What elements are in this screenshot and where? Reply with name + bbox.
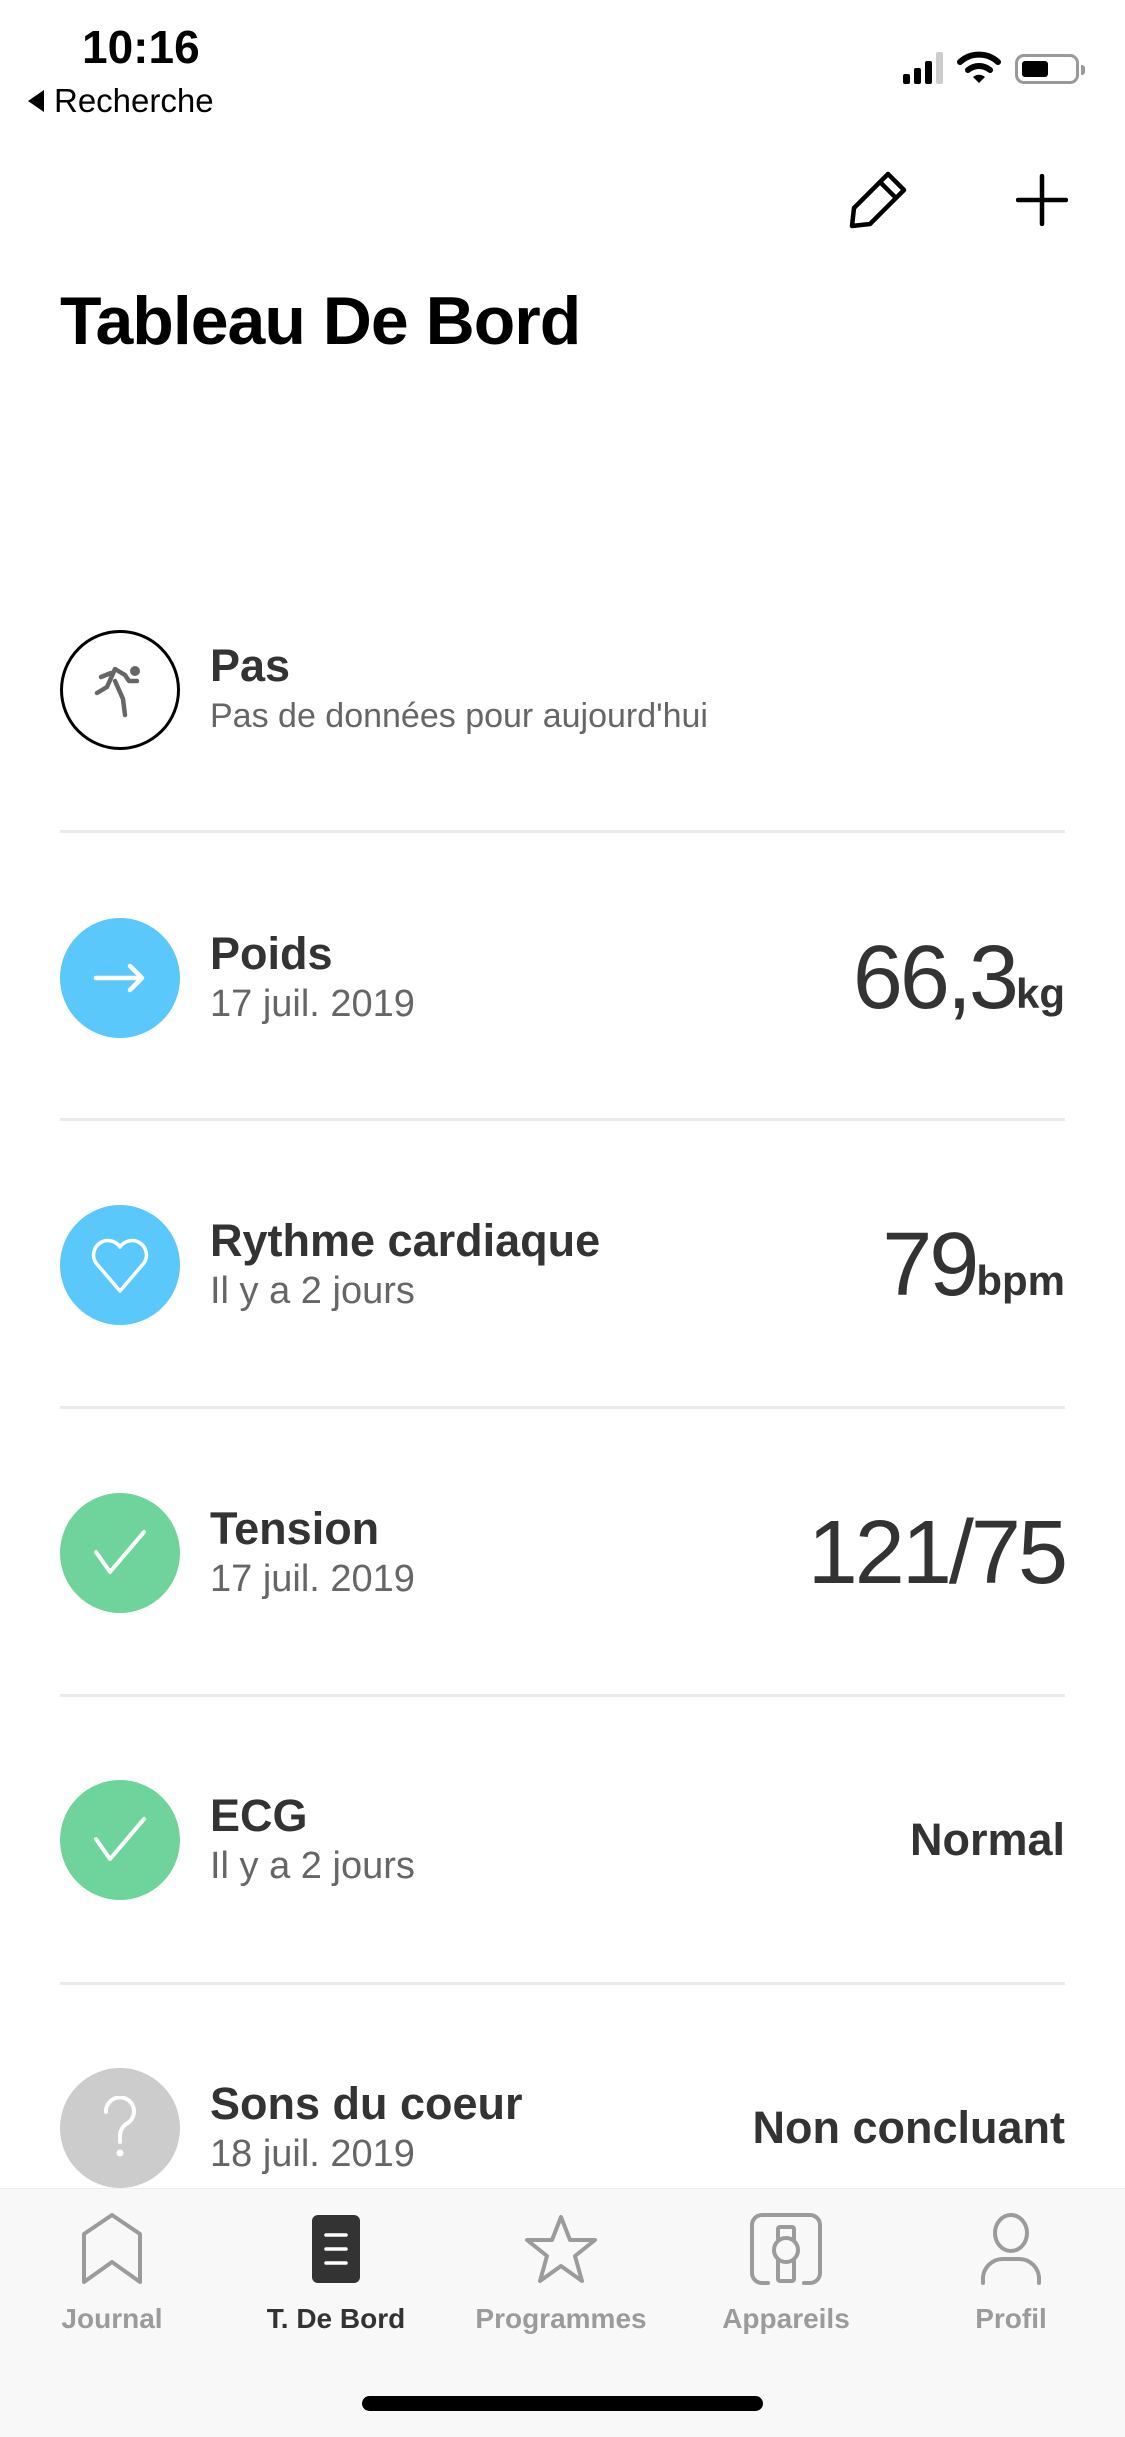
metric-value: 121/75 [807, 1502, 1068, 1603]
metric-label: Pas [210, 640, 291, 691]
metric-subtitle: 17 juil. 2019 [210, 1558, 415, 1600]
cellular-signal-icon [903, 51, 943, 84]
back-label: Recherche [54, 82, 214, 119]
watch-icon [750, 2209, 822, 2289]
metric-label: Tension [210, 1503, 380, 1554]
tab-dashboard[interactable]: T. De Bord [236, 2209, 436, 2335]
divider [60, 1982, 1065, 1985]
metric-subtitle: Il y a 2 jours [210, 1845, 415, 1887]
tab-label: T. De Bord [266, 2303, 406, 2334]
tab-programmes[interactable]: Programmes [461, 2209, 661, 2335]
edit-pencil-icon[interactable] [846, 168, 910, 232]
metric-row-heart-sounds[interactable]: Sons du coeur 18 juil. 2019 Non concluan… [60, 2058, 1065, 2198]
journal-icon [79, 2209, 145, 2289]
arrow-right-icon [60, 918, 180, 1038]
value-unit: bpm [976, 1256, 1065, 1304]
value-unit: kg [1015, 969, 1065, 1017]
metric-value: Non concluant [752, 2102, 1066, 2153]
checkmark-icon [60, 1493, 180, 1613]
metric-row-heart-rate[interactable]: Rythme cardiaque Il y a 2 jours 79bpm [60, 1195, 1065, 1335]
tab-devices[interactable]: Appareils [686, 2209, 886, 2335]
tab-label: Programmes [475, 2303, 647, 2334]
back-triangle-icon [28, 90, 44, 112]
metric-label: ECG [210, 1790, 308, 1841]
status-icons [903, 50, 1085, 84]
battery-icon [1015, 54, 1085, 84]
tab-journal[interactable]: Journal [12, 2209, 212, 2335]
tab-profile[interactable]: Profil [911, 2209, 1111, 2335]
metric-row-ecg[interactable]: ECG Il y a 2 jours Normal [60, 1770, 1065, 1910]
home-indicator[interactable] [362, 2396, 763, 2411]
person-icon [979, 2209, 1043, 2289]
metric-label: Poids [210, 928, 333, 979]
dashboard-icon [310, 2209, 362, 2289]
wifi-icon [957, 51, 1001, 83]
heart-icon [60, 1205, 180, 1325]
metric-subtitle: Il y a 2 jours [210, 1270, 415, 1312]
metric-label: Sons du coeur [210, 2078, 523, 2129]
tab-label: Journal [61, 2303, 163, 2334]
divider [60, 1118, 1065, 1121]
metric-row-weight[interactable]: Poids 17 juil. 2019 66,3kg [60, 908, 1065, 1048]
runner-icon [60, 630, 180, 750]
tab-label: Appareils [722, 2303, 850, 2334]
metric-subtitle: 18 juil. 2019 [210, 2133, 415, 2175]
metric-subtitle: 17 juil. 2019 [210, 983, 415, 1025]
add-plus-icon[interactable] [1016, 174, 1068, 226]
back-to-search-button[interactable]: Recherche [28, 82, 214, 120]
divider [60, 830, 1065, 833]
metric-value: 66,3kg [853, 927, 1065, 1030]
page-title: Tableau De Bord [60, 283, 581, 359]
status-time: 10:16 [82, 21, 200, 73]
value-number: 66,3 [852, 927, 1019, 1028]
divider [60, 1406, 1065, 1409]
checkmark-icon [60, 1780, 180, 1900]
metric-row-steps[interactable]: Pas Pas de données pour aujourd'hui [60, 620, 1065, 760]
value-number: 79 [882, 1214, 979, 1315]
tab-label: Profil [975, 2303, 1047, 2334]
metric-value: 79bpm [882, 1214, 1065, 1317]
star-icon [524, 2209, 598, 2289]
divider [60, 1694, 1065, 1697]
metric-label: Rythme cardiaque [210, 1215, 601, 1266]
metric-value: Normal [909, 1814, 1065, 1865]
metric-row-blood-pressure[interactable]: Tension 17 juil. 2019 121/75 [60, 1483, 1068, 1623]
metric-subtitle: Pas de données pour aujourd'hui [210, 697, 708, 735]
question-icon [60, 2068, 180, 2188]
